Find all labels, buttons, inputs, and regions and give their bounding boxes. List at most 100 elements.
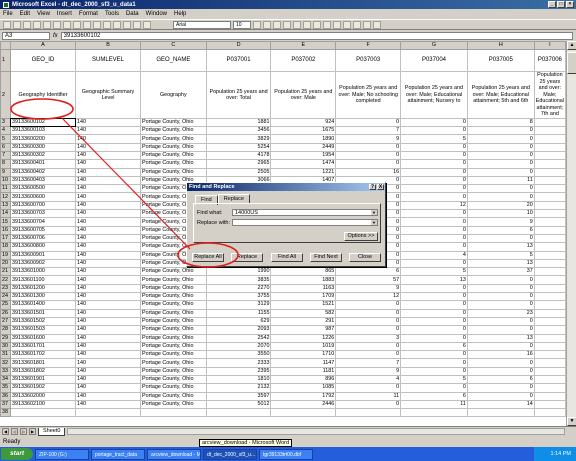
cell-p037006[interactable]: [533, 300, 566, 310]
cell-geo-id[interactable]: 39133601503: [9, 325, 77, 335]
cell-p037004[interactable]: 5: [400, 134, 468, 144]
menu-view[interactable]: View: [37, 11, 50, 17]
row-number[interactable]: 14: [0, 209, 11, 219]
cell-p037005[interactable]: 0: [466, 150, 535, 161]
cell-p037005[interactable]: 0: [466, 275, 535, 285]
row-number[interactable]: 6: [0, 142, 11, 153]
cell-geo-id-header[interactable]: GEO_ID: [9, 49, 77, 73]
menu-tools[interactable]: Tools: [105, 11, 119, 17]
cell-p037003[interactable]: 11: [335, 391, 402, 401]
cell-p037005[interactable]: [466, 408, 535, 418]
cell-p037006[interactable]: [533, 358, 566, 368]
cell-p037004[interactable]: 0: [400, 358, 468, 368]
menu-edit[interactable]: Edit: [20, 11, 30, 17]
cell-p037003[interactable]: 0: [335, 325, 402, 335]
cell-p037006[interactable]: [533, 192, 566, 202]
cell-geo-id[interactable]: 39133600600: [9, 192, 77, 202]
paste-icon[interactable]: [73, 20, 81, 29]
row-number[interactable]: 1: [0, 49, 11, 73]
col-header-e[interactable]: E: [270, 41, 337, 51]
cell-sumlevel[interactable]: 140: [74, 175, 142, 186]
cell-p037001[interactable]: 4178: [205, 150, 272, 161]
row-number[interactable]: 37: [0, 399, 11, 410]
cell-p037005[interactable]: 6: [466, 374, 535, 385]
cell-geo-id[interactable]: 39133601902: [9, 383, 77, 393]
col-header-i[interactable]: I: [533, 41, 566, 51]
cell-p037005-header[interactable]: P037005: [466, 49, 535, 73]
cell-p037006[interactable]: [533, 242, 566, 252]
cell-p037003[interactable]: 9: [335, 283, 402, 294]
cell-p037002[interactable]: 1521: [270, 300, 337, 310]
cell-p037004[interactable]: 0: [400, 142, 468, 153]
row-number[interactable]: 19: [0, 250, 11, 260]
cell-p037005[interactable]: 11: [466, 175, 535, 186]
sum-icon[interactable]: [103, 20, 111, 29]
cell-p037006[interactable]: [533, 233, 566, 244]
cell-p037006[interactable]: [533, 366, 566, 377]
cell-p037005[interactable]: 5: [466, 250, 535, 260]
cell-sumlevel[interactable]: 140: [74, 275, 142, 285]
cell-p037004[interactable]: 0: [400, 159, 468, 169]
cell-geo-name[interactable]: Portage County, Ohio: [140, 300, 207, 310]
select-all-corner[interactable]: [0, 41, 11, 51]
font-color-icon[interactable]: [373, 20, 381, 29]
cell-p037004[interactable]: 0: [400, 117, 468, 128]
chevron-down-icon[interactable]: ▼: [371, 220, 377, 225]
row-number[interactable]: 31: [0, 350, 11, 360]
cell-geo-name[interactable]: Portage County, Ohio: [140, 325, 207, 335]
cell-p037005[interactable]: 37: [466, 267, 535, 277]
cell-p037004[interactable]: 0: [400, 383, 468, 393]
cell-sumlevel[interactable]: 140: [74, 325, 142, 335]
cell-p037002[interactable]: 896: [270, 374, 337, 385]
cell-description[interactable]: Geography Identifier: [9, 71, 77, 119]
find-what-input[interactable]: 14000US ▼: [232, 209, 378, 216]
cell-p037006[interactable]: [533, 292, 566, 302]
undo-icon[interactable]: [83, 20, 91, 29]
cell-geo-id[interactable]: 39133601200: [9, 283, 77, 294]
cell-geo-name[interactable]: Portage County, Ohio: [140, 134, 207, 144]
row-number[interactable]: 2: [0, 71, 11, 119]
menu-data[interactable]: Data: [126, 11, 139, 17]
cell-p037005[interactable]: 0: [466, 292, 535, 302]
cell-p037003[interactable]: 0: [335, 300, 402, 310]
cell-p037001[interactable]: 2132: [205, 383, 272, 393]
cell-sumlevel[interactable]: 140: [74, 391, 142, 401]
cell-sumlevel[interactable]: 140: [74, 358, 142, 368]
cell-geo-name[interactable]: Portage County, Ohio: [140, 350, 207, 360]
col-header-g[interactable]: G: [400, 41, 468, 51]
cell-p037006[interactable]: [533, 209, 566, 219]
cell-p037004[interactable]: 5: [400, 267, 468, 277]
cell-p037002[interactable]: 1147: [270, 358, 337, 368]
cell-geo-id[interactable]: 39133600102: [9, 117, 77, 128]
cell-p037003[interactable]: 0: [335, 399, 402, 410]
cell-p037006[interactable]: [533, 325, 566, 335]
cell-geo-id[interactable]: 39133600103: [9, 126, 77, 136]
cell-p037006[interactable]: [533, 159, 566, 169]
cell-sumlevel[interactable]: [74, 408, 142, 418]
cell-p037002[interactable]: 1710: [270, 350, 337, 360]
cell-p037003[interactable]: 0: [335, 350, 402, 360]
first-sheet-icon[interactable]: ◀: [2, 428, 9, 435]
formula-input[interactable]: 39133600102: [60, 31, 573, 40]
cell-geo-id[interactable]: 39133600200: [9, 134, 77, 144]
cell-p037003[interactable]: 4: [335, 374, 402, 385]
chart-icon[interactable]: [123, 20, 131, 29]
row-number[interactable]: 35: [0, 383, 11, 393]
row-number[interactable]: 29: [0, 333, 11, 343]
row-number[interactable]: 13: [0, 200, 11, 211]
cell-geo-id[interactable]: 39133600402: [9, 167, 77, 177]
cell-p037003[interactable]: 12: [335, 292, 402, 302]
cell-description[interactable]: Population 25 years and over: Male: [270, 71, 337, 119]
cell-geo-name[interactable]: Portage County, Ohio: [140, 383, 207, 393]
cell-p037005[interactable]: 0: [466, 233, 535, 244]
cell-description[interactable]: Population 25 years and over: Male; No s…: [335, 71, 402, 119]
row-number[interactable]: 5: [0, 134, 11, 144]
borders-icon[interactable]: [353, 20, 361, 29]
cell-geo-name[interactable]: Portage County, Ohio: [140, 142, 207, 153]
cell-p037004[interactable]: 0: [400, 366, 468, 377]
replace-with-input[interactable]: ▼: [232, 219, 378, 226]
cell-p037005[interactable]: 20: [466, 200, 535, 211]
cell-p037005[interactable]: 0: [466, 300, 535, 310]
cell-p037006[interactable]: [533, 275, 566, 285]
scroll-down-icon[interactable]: ▼: [567, 417, 576, 426]
